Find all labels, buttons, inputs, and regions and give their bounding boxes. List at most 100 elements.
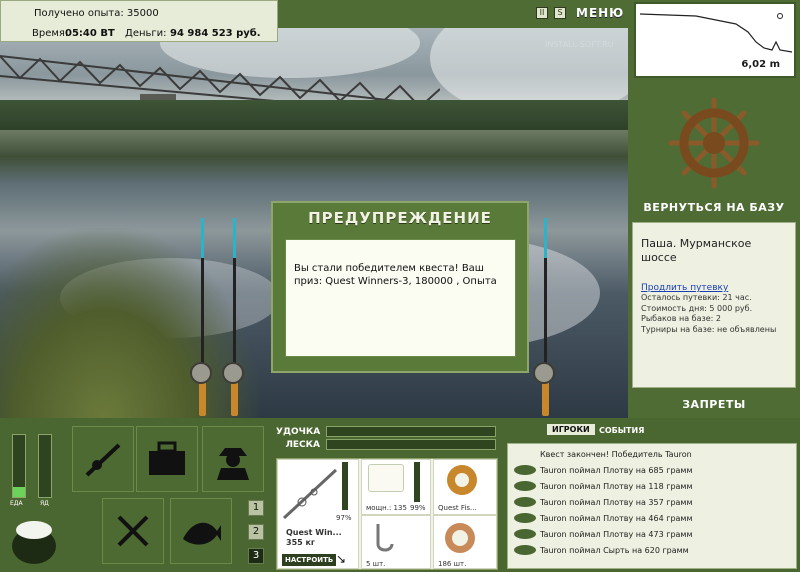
food-meter	[12, 434, 26, 498]
top-controls: II S МЕНЮ	[536, 6, 624, 20]
reel-percent: 99%	[410, 504, 426, 512]
money-value: 94 984 523 руб.	[170, 28, 261, 39]
quest-result: Квест закончен! Победитель Tauron	[540, 450, 692, 459]
slot-1-button[interactable]: 1	[248, 500, 264, 516]
depth-profile: 6,02 m	[634, 2, 796, 78]
dialog-message: Вы стали победителем квеста! Ваш приз: Q…	[285, 239, 516, 357]
watermark: INSTALL-SOFT.RU	[545, 40, 614, 49]
hook-icon	[376, 524, 394, 552]
location-info: Паша. Мурманское шоссе Продлить путевку …	[632, 222, 796, 388]
rod-glyph	[85, 443, 121, 477]
reel	[222, 362, 244, 384]
tackle-panel: 97% Quest Win... 355 кг НАСТРОИТЬ ↘ мощн…	[276, 458, 498, 570]
rod-percent: 97%	[336, 514, 352, 522]
eat-icon[interactable]	[102, 498, 164, 564]
slot-2-button[interactable]: 2	[248, 524, 264, 540]
time-label: Время:	[32, 28, 69, 39]
dialog-title: ПРЕДУПРЕЖДЕНИЕ	[308, 209, 492, 227]
fish-icon	[514, 529, 536, 539]
menu-button[interactable]: МЕНЮ	[576, 6, 624, 20]
log-entry: Tauron поймал Плотву на 473 грамм	[540, 530, 693, 539]
rod-1[interactable]	[201, 258, 204, 378]
fish-icon	[514, 497, 536, 507]
pause-icon[interactable]: II	[536, 7, 548, 19]
fork-knife-glyph	[117, 515, 149, 547]
float-marker	[777, 13, 783, 19]
log-entry: Tauron поймал Сырть на 620 грамм	[540, 546, 689, 555]
box-glyph	[149, 441, 185, 475]
rod-meter	[326, 426, 496, 437]
poison-label: ЯД	[40, 500, 49, 507]
tackle-box-icon[interactable]	[136, 426, 198, 492]
depth-value: 6,02 m	[741, 59, 780, 70]
rod-name: Quest Win...	[286, 528, 342, 537]
rod-3[interactable]	[544, 258, 547, 378]
events-panel: ИГРОКИ СОБЫТИЯ Квест закончен! Победител…	[503, 418, 800, 572]
line-label: ЛЕСКА	[285, 440, 320, 450]
wheel-area	[628, 88, 800, 218]
money-label: Деньги:	[125, 28, 167, 39]
hook-caption: 5 шт.	[366, 560, 386, 568]
fish-icon	[514, 545, 536, 555]
location-name: Паша. Мурманское шоссе	[641, 237, 752, 264]
warning-dialog: ПРЕДУПРЕЖДЕНИЕ Вы стали победителем квес…	[271, 201, 529, 373]
info-line: Стоимость дня: 5 000 руб.	[641, 303, 753, 313]
hook-slot[interactable]: 5 шт.	[361, 515, 431, 569]
tab-events[interactable]: СОБЫТИЯ	[599, 426, 644, 435]
reel	[533, 362, 555, 384]
slot-3-button[interactable]: 3	[248, 548, 264, 564]
sound-icon[interactable]: S	[554, 7, 566, 19]
time-value: 05:40 ВТ	[65, 28, 115, 39]
line-meter	[326, 439, 496, 450]
rod-durability	[342, 462, 348, 510]
info-line: Осталось путевки: 21 час.	[641, 293, 752, 302]
rod-tip	[233, 218, 236, 258]
grass	[0, 228, 260, 418]
setup-button[interactable]: НАСТРОИТЬ	[282, 554, 337, 566]
line-spool-icon	[447, 465, 477, 495]
bait-icon	[445, 523, 475, 553]
experience-text: Получено опыта: 35000	[34, 8, 159, 19]
extend-permit-link[interactable]: Продлить путевку	[641, 283, 787, 293]
info-line: Рыбаков на базе: 2	[641, 314, 721, 323]
fisherman-icon[interactable]	[202, 426, 264, 492]
reel-caption: мощн.: 135	[366, 504, 407, 512]
game-window: Получено опыта: 35000 Время: 05:40 ВТ Де…	[0, 0, 800, 572]
person-glyph	[217, 448, 249, 480]
info-line: Турниры на базе: не объявлены	[641, 324, 777, 334]
return-to-base-button[interactable]: ВЕРНУТЬСЯ НА БАЗУ	[628, 201, 800, 214]
reel	[190, 362, 212, 384]
bait-caption: 186 шт.	[438, 560, 467, 568]
rod-weight: 355 кг	[286, 538, 316, 547]
rod-slot[interactable]: 97% Quest Win... 355 кг НАСТРОИТЬ ↘	[277, 459, 359, 569]
rod-tip	[201, 218, 204, 258]
rod-image	[282, 468, 338, 520]
log-entry: Tauron поймал Плотву на 357 грамм	[540, 498, 693, 507]
reel-durability	[414, 462, 420, 502]
fish-catch-icon[interactable]	[170, 498, 232, 564]
tab-players[interactable]: ИГРОКИ	[547, 424, 595, 435]
stats-panel: Получено опыта: 35000 Время: 05:40 ВТ Де…	[0, 0, 278, 42]
arrow-icon[interactable]: ↘	[336, 552, 346, 566]
food-label: ЕДА	[10, 500, 23, 507]
fish-icon	[514, 465, 536, 475]
line-caption: Quest Fis...	[438, 504, 477, 512]
bait-slot[interactable]: 186 шт.	[433, 515, 497, 569]
line-slot[interactable]: Quest Fis...	[433, 459, 497, 515]
fish-icon	[514, 481, 536, 491]
bans-button[interactable]: ЗАПРЕТЫ	[628, 398, 800, 411]
food-pot-icon[interactable]	[8, 514, 60, 568]
log-entry: Tauron поймал Плотву на 118 грамм	[540, 482, 693, 491]
reel-image	[368, 464, 404, 492]
events-log: Квест закончен! Победитель Tauron Tauron…	[507, 443, 797, 569]
rod-label: УДОЧКА	[276, 427, 321, 437]
rod-tip	[544, 218, 547, 258]
poison-meter	[38, 434, 52, 498]
rod-icon[interactable]	[72, 426, 134, 492]
log-entry: Tauron поймал Плотву на 685 грамм	[540, 466, 693, 475]
ship-wheel-icon[interactable]	[628, 88, 800, 198]
food-level	[13, 487, 25, 497]
rod-2[interactable]	[233, 258, 236, 378]
fish-glyph	[183, 522, 221, 545]
reel-slot[interactable]: мощн.: 135 99%	[361, 459, 431, 515]
